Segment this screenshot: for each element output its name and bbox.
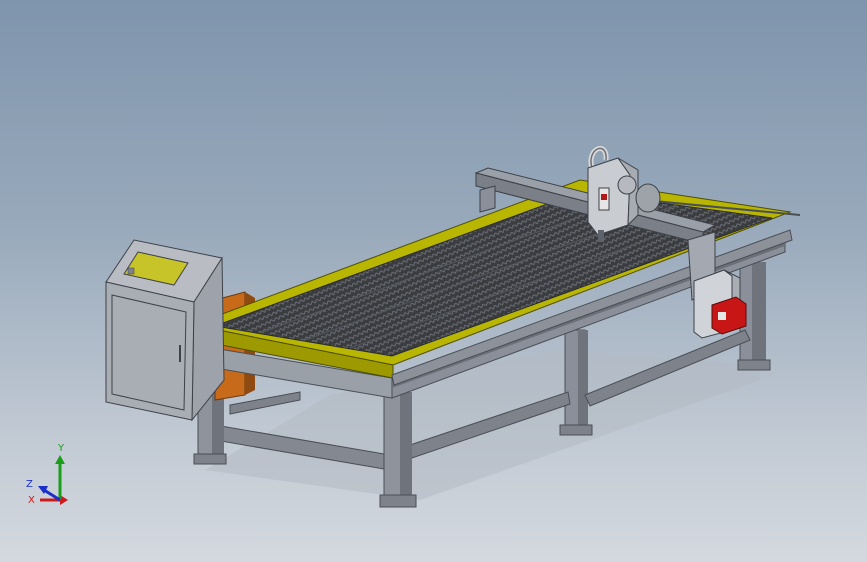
triad-y-label: Y [58,443,65,454]
triad-z-label: Z [26,479,33,490]
triad-x-label: X [28,495,35,506]
coordinate-triad: Y Z X [22,440,82,520]
cad-viewport[interactable]: Y Z X [0,0,867,562]
plasma-cutting-table-model [105,146,801,508]
control-cabinet [105,239,225,422]
y-axis-arrow [55,455,65,464]
